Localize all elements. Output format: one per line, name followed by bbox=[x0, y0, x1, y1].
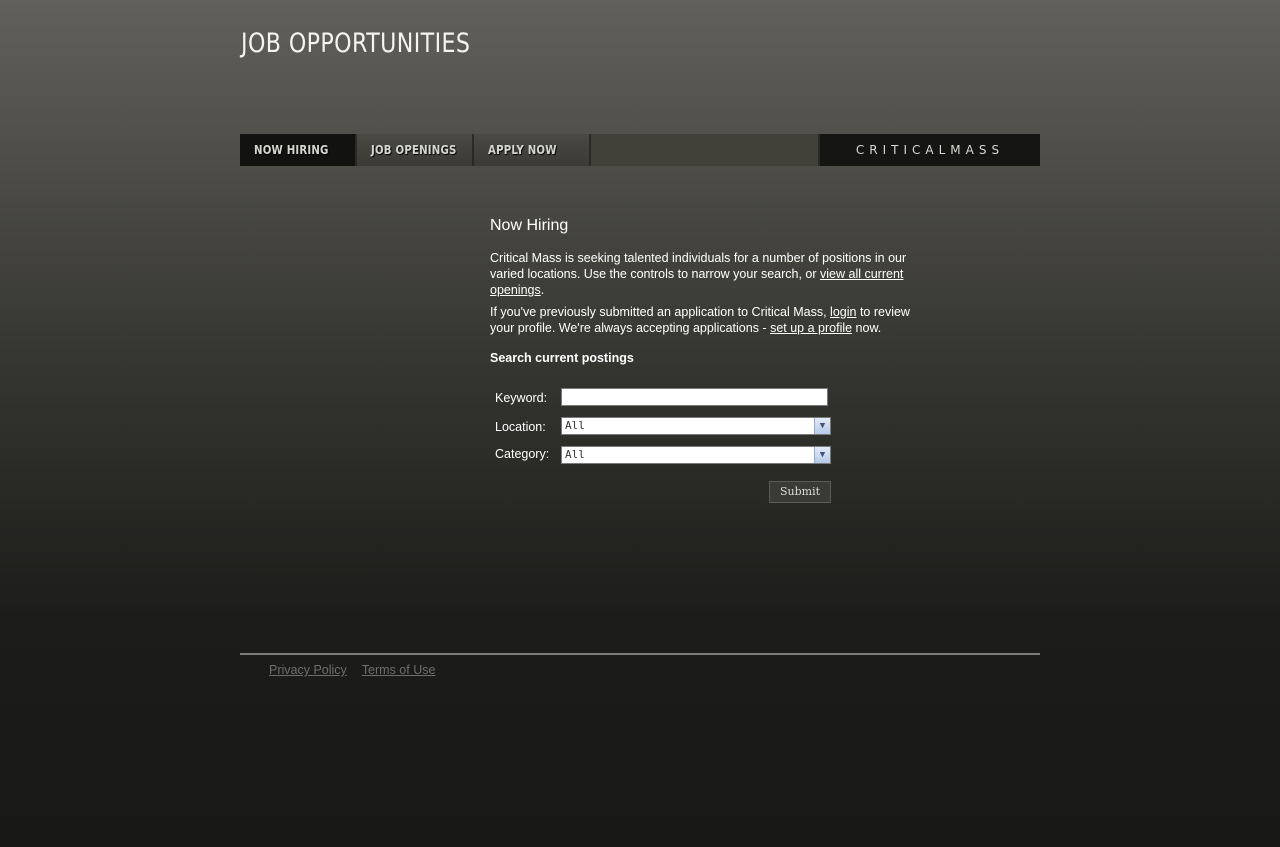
tab-apply-now-label: APPLY NOW bbox=[488, 143, 557, 157]
search-heading: Search current postings bbox=[490, 351, 634, 365]
location-label: Location: bbox=[495, 420, 546, 434]
category-selected-value: All bbox=[565, 448, 585, 461]
category-label: Category: bbox=[495, 447, 550, 461]
keyword-label: Keyword: bbox=[495, 391, 548, 405]
page-title: JOB OPPORTUNITIES bbox=[241, 28, 471, 59]
submit-button[interactable]: Submit bbox=[769, 481, 831, 503]
returning-paragraph: If you've previously submitted an applic… bbox=[490, 304, 935, 336]
returning-text: If you've previously submitted an applic… bbox=[490, 305, 831, 319]
intro-paragraph: Critical Mass is seeking talented indivi… bbox=[490, 250, 935, 298]
returning-text-end: now. bbox=[852, 321, 882, 335]
section-heading: Now Hiring bbox=[490, 217, 569, 234]
tab-job-openings-label: JOB OPENINGS bbox=[371, 143, 457, 157]
login-link[interactable]: login bbox=[830, 305, 856, 319]
chevron-down-icon[interactable]: ▼ bbox=[814, 447, 830, 463]
main-nav: NOW HIRING JOB OPENINGS APPLY NOW CRITIC… bbox=[240, 134, 1040, 166]
footer: Privacy Policy Terms of Use bbox=[269, 663, 450, 677]
category-select[interactable]: All ▼ bbox=[561, 446, 831, 464]
intro-text-end: . bbox=[540, 283, 545, 297]
tab-apply-now[interactable]: APPLY NOW bbox=[474, 134, 589, 166]
tab-job-openings[interactable]: JOB OPENINGS bbox=[357, 134, 472, 166]
location-selected-value: All bbox=[565, 419, 585, 432]
footer-divider bbox=[240, 653, 1040, 655]
keyword-input[interactable] bbox=[561, 388, 828, 406]
tab-now-hiring[interactable]: NOW HIRING bbox=[240, 134, 355, 166]
tab-now-hiring-label: NOW HIRING bbox=[254, 143, 329, 157]
nav-divider bbox=[589, 134, 591, 166]
chevron-down-icon[interactable]: ▼ bbox=[814, 418, 830, 434]
main-content: Now Hiring Critical Mass is seeking tale… bbox=[490, 214, 935, 503]
brand-logo: CRITICALMASS bbox=[818, 134, 1040, 166]
terms-of-use-link[interactable]: Terms of Use bbox=[362, 663, 436, 677]
location-select[interactable]: All ▼ bbox=[561, 417, 831, 435]
privacy-policy-link[interactable]: Privacy Policy bbox=[269, 663, 347, 677]
setup-profile-link[interactable]: set up a profile bbox=[770, 321, 852, 335]
